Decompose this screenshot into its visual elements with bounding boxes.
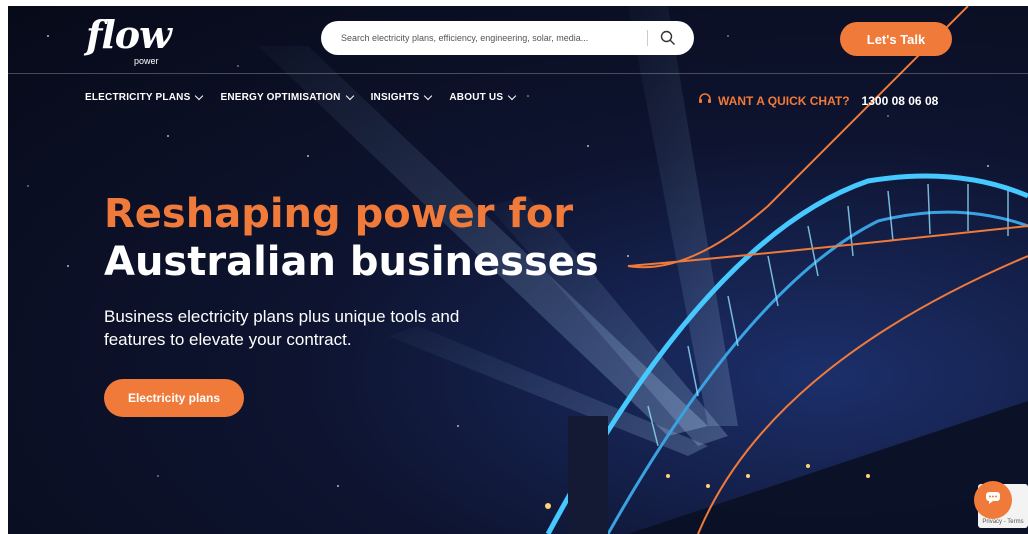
- lets-talk-button[interactable]: Let's Talk: [840, 22, 952, 56]
- nav-item-energy-optimisation[interactable]: ENERGY OPTIMISATION: [220, 91, 354, 103]
- headset-icon: [698, 91, 712, 110]
- phone-number[interactable]: 1300 08 06 08: [862, 94, 939, 108]
- chat-bubble-icon: [985, 491, 1001, 510]
- nav-label: ABOUT US: [449, 92, 504, 103]
- quick-chat-label: WANT A QUICK CHAT?: [718, 93, 850, 108]
- chevron-down-icon: [507, 91, 517, 101]
- header-divider: [8, 73, 1028, 74]
- search-bar[interactable]: [321, 21, 694, 55]
- search-divider: [647, 30, 648, 46]
- hero-heading: Reshaping power for Australian businesse…: [104, 190, 599, 286]
- chevron-down-icon: [195, 91, 204, 101]
- quick-chat-link[interactable]: WANT A QUICK CHAT? 1300 08 06 08: [698, 91, 938, 110]
- hero-heading-line2: Australian businesses: [104, 239, 599, 285]
- nav-item-about-us[interactable]: ABOUT US: [449, 91, 517, 103]
- chat-widget-button[interactable]: [974, 481, 1012, 519]
- chevron-down-icon: [345, 91, 354, 101]
- electricity-plans-button[interactable]: Electricity plans: [104, 379, 244, 417]
- hero-subtitle: Business electricity plans plus unique t…: [104, 307, 460, 349]
- hero-heading-line1: Reshaping power for: [104, 191, 574, 237]
- logo-script: flow: [86, 12, 172, 57]
- nav-item-electricity-plans[interactable]: ELECTRICITY PLANS: [85, 91, 204, 103]
- search-icon[interactable]: [660, 30, 676, 46]
- hero-frame: flow power Let's Talk ELECTRICITY PLANS …: [8, 6, 1028, 534]
- search-input[interactable]: [339, 32, 633, 44]
- main-nav: ELECTRICITY PLANS ENERGY OPTIMISATION IN…: [85, 91, 517, 103]
- nav-label: INSIGHTS: [370, 92, 420, 103]
- nav-label: ELECTRICITY PLANS: [85, 92, 191, 103]
- flow-power-logo[interactable]: flow power: [86, 12, 172, 66]
- logo-subtitle: power: [134, 56, 159, 66]
- chevron-down-icon: [424, 91, 433, 101]
- nav-item-insights[interactable]: INSIGHTS: [370, 91, 433, 103]
- nav-label: ENERGY OPTIMISATION: [220, 92, 341, 103]
